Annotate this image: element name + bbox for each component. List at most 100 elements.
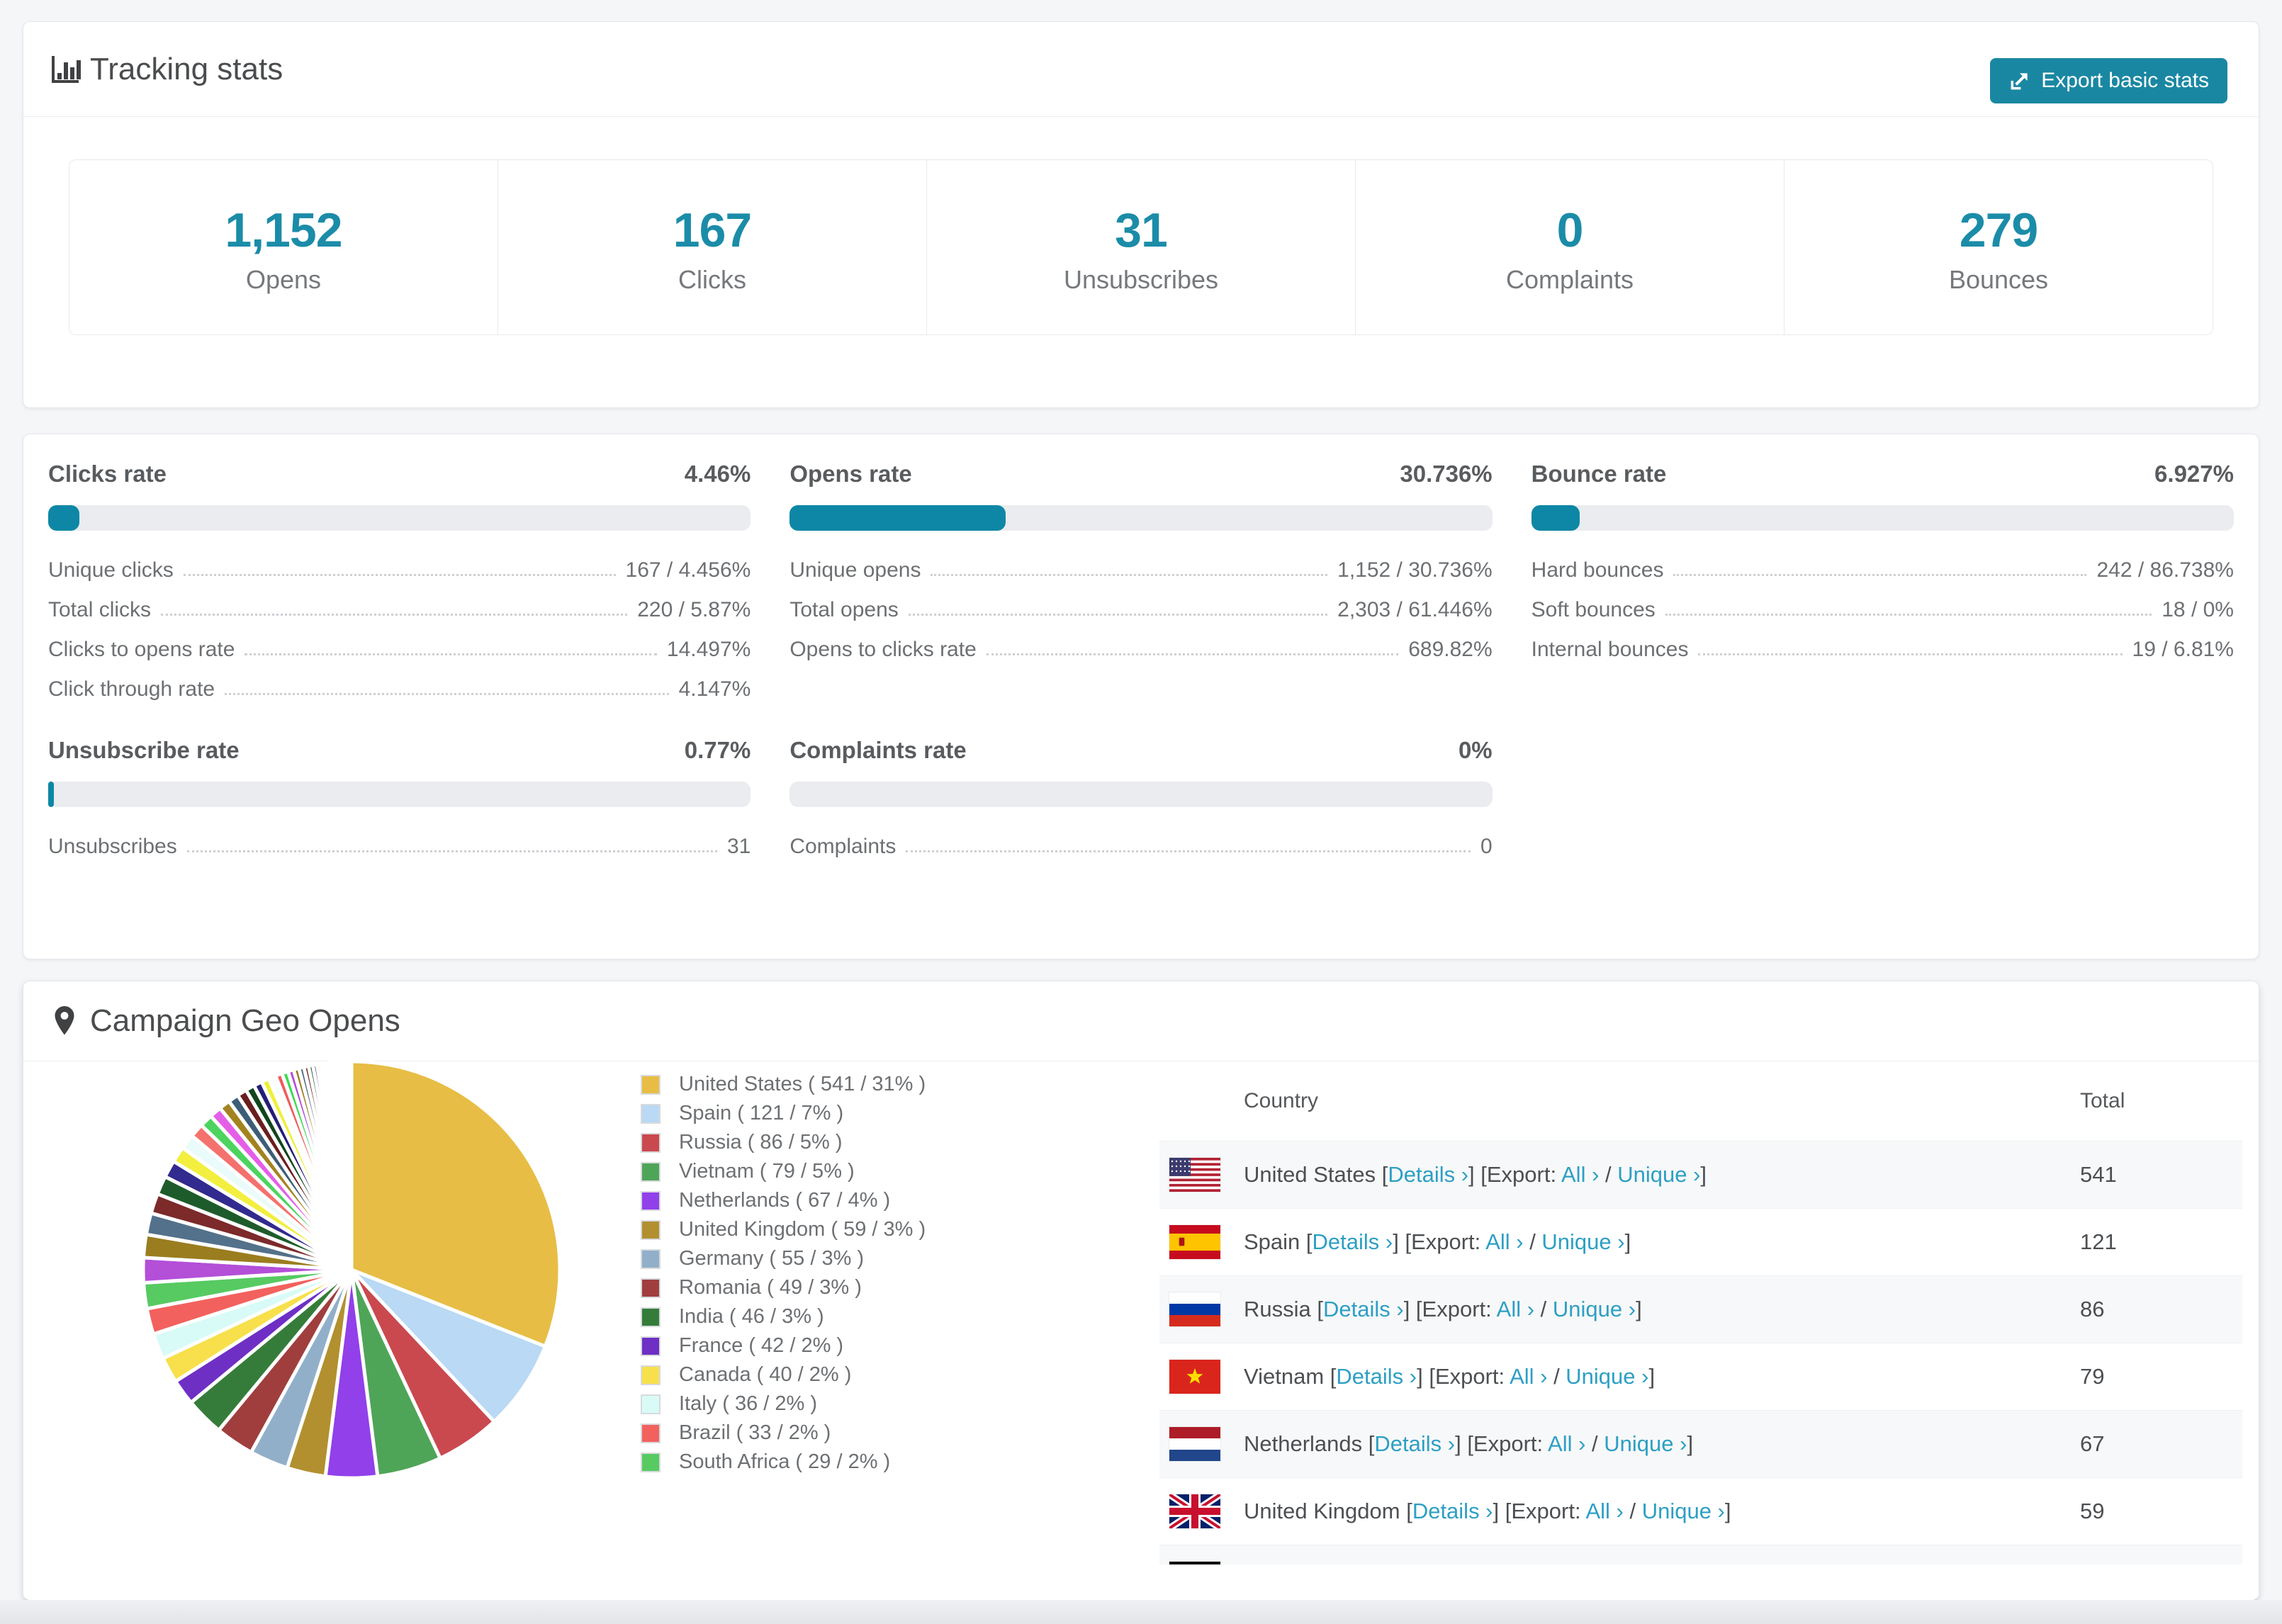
legend-label: Italy ( 36 / 2% )	[679, 1392, 818, 1415]
export-all-link[interactable]: All ›	[1548, 1431, 1585, 1456]
geo-row-total: 59	[2080, 1499, 2105, 1523]
pie-slice[interactable]: other	[348, 1059, 354, 1272]
legend-item: Russia ( 86 / 5% )	[641, 1128, 926, 1157]
legend-swatch	[641, 1161, 661, 1182]
rate-detail-value: 0	[1480, 835, 1493, 858]
legend-swatch	[641, 1219, 661, 1240]
legend-swatch	[641, 1423, 661, 1443]
legend-label: Germany ( 55 / 3% )	[679, 1247, 865, 1270]
campaign-geo-opens-card: Campaign Geo Opens United States Spain Rus…	[23, 981, 2259, 1601]
rate-detail-row: Complaints 0	[789, 835, 1492, 857]
geo-row-country-cell: Netherlands [Details ›] [Export: All › /…	[1244, 1431, 1694, 1456]
rate-panel-title: Bounce rate	[1531, 461, 1667, 487]
geo-table-rows: United States [Details ›] [Export: All ›…	[1159, 1141, 2242, 1564]
rate-detail-value: 4.147%	[678, 677, 751, 701]
rate-detail-label: Unique opens	[789, 558, 921, 582]
legend-swatch	[641, 1248, 661, 1269]
details-link[interactable]: Details ›	[1336, 1364, 1417, 1389]
rate-panel-percent: 0.77%	[684, 737, 751, 763]
geo-table-row-netherlands: Netherlands [Details ›] [Export: All › /…	[1159, 1410, 2242, 1477]
geo-table: Country Total United States [Details ›] …	[1159, 1061, 2242, 1564]
export-all-link[interactable]: All ›	[1497, 1297, 1534, 1321]
geo-table-header-country: Country	[1244, 1089, 1319, 1112]
rate-panel-head: Clicks rate 4.46%	[48, 460, 751, 488]
rate-detail-row: Unique opens 1,152 / 30.736%	[789, 559, 1492, 581]
page-bottom-edge	[0, 1600, 2282, 1624]
flag-de-icon	[1169, 1562, 1220, 1564]
rate-panel-head: Unsubscribe rate 0.77%	[48, 736, 751, 765]
export-unique-link[interactable]: Unique ›	[1566, 1364, 1648, 1389]
rate-detail-label: Unique clicks	[48, 558, 174, 582]
legend-label: India ( 46 / 3% )	[679, 1305, 824, 1328]
stat-label: Bounces	[1948, 265, 2049, 294]
export-all-link[interactable]: All ›	[1485, 1229, 1523, 1254]
geo-legend: United States ( 541 / 31% ) Spain ( 121 …	[641, 1070, 926, 1477]
geo-row-country-cell: Russia [Details ›] [Export: All › / Uniq…	[1244, 1297, 1642, 1321]
geo-row-country-cell: Spain [Details ›] [Export: All › / Uniqu…	[1244, 1229, 1631, 1254]
rate-panel-head: Bounce rate 6.927%	[1531, 460, 2234, 488]
details-link[interactable]: Details ›	[1388, 1162, 1468, 1187]
stat-box-opens: 1,152 Opens	[69, 160, 498, 334]
rate-detail-value: 220 / 5.87%	[637, 598, 751, 621]
dotted-leader	[1673, 574, 2087, 576]
export-unique-link[interactable]: Unique ›	[1604, 1431, 1687, 1456]
export-unique-link[interactable]: Unique ›	[1642, 1499, 1725, 1523]
export-basic-stats-button[interactable]: Export basic stats	[1990, 57, 2227, 103]
country-name: United Kingdom	[1244, 1499, 1400, 1523]
legend-swatch	[641, 1336, 661, 1356]
legend-swatch	[641, 1452, 661, 1472]
legend-swatch	[641, 1190, 661, 1211]
legend-label: Spain ( 121 / 7% )	[679, 1102, 844, 1124]
export-all-link[interactable]: All ›	[1510, 1364, 1547, 1389]
geo-row-total: 86	[2080, 1297, 2105, 1321]
rate-panel-complaints-rate: Complaints rate 0% Complaints 0	[789, 736, 1493, 875]
geo-row-total: 541	[2080, 1162, 2117, 1187]
rate-detail-row: Total opens 2,303 / 61.446%	[789, 599, 1492, 621]
export-unique-link[interactable]: Unique ›	[1553, 1297, 1636, 1321]
rate-detail-rows: Hard bounces 242 / 86.738% Soft bounces …	[1531, 559, 2234, 660]
legend-item: Canada ( 40 / 2% )	[641, 1360, 926, 1389]
rate-detail-row: Unsubscribes 31	[48, 835, 751, 857]
rate-panel-head: Opens rate 30.736%	[789, 460, 1492, 488]
geo-table-row-united-states: United States [Details ›] [Export: All ›…	[1159, 1141, 2242, 1208]
export-button-label: Export basic stats	[2041, 68, 2209, 92]
legend-label: Brazil ( 33 / 2% )	[679, 1421, 831, 1444]
rate-detail-row: Internal bounces 19 / 6.81%	[1531, 638, 2234, 660]
details-link[interactable]: Details ›	[1412, 1499, 1493, 1523]
legend-item: Vietnam ( 79 / 5% )	[641, 1157, 926, 1186]
rate-detail-label: Hard bounces	[1531, 558, 1664, 582]
legend-item: United Kingdom ( 59 / 3% )	[641, 1215, 926, 1244]
flag-nl-icon	[1169, 1427, 1220, 1461]
progress-bar-fill	[1531, 505, 1580, 531]
details-link[interactable]: Details ›	[1313, 1229, 1393, 1254]
rate-detail-value: 1,152 / 30.736%	[1337, 558, 1493, 582]
legend-item: Brazil ( 33 / 2% )	[641, 1419, 926, 1448]
progress-bar-fill	[48, 505, 80, 531]
rates-card: Clicks rate 4.46% Unique clicks 167 / 4.…	[23, 434, 2259, 959]
rate-detail-value: 689.82%	[1408, 638, 1493, 661]
export-all-link[interactable]: All ›	[1561, 1162, 1599, 1187]
export-all-link[interactable]: All ›	[1585, 1499, 1623, 1523]
tracking-stats-title-group: Tracking stats	[49, 52, 283, 87]
legend-label: United States ( 541 / 31% )	[679, 1073, 926, 1095]
country-name: United States	[1244, 1162, 1376, 1187]
geo-table-header: Country Total	[1159, 1061, 2242, 1141]
details-link[interactable]: Details ›	[1374, 1431, 1455, 1456]
legend-label: France ( 42 / 2% )	[679, 1334, 844, 1357]
geo-body: United States Spain Russia Vietnam Netherlan…	[23, 1059, 2259, 1600]
rate-panel-title: Clicks rate	[48, 461, 167, 487]
legend-swatch	[641, 1074, 661, 1095]
pie-svg: United StatesSpainRussiaVietnamNetherlan…	[141, 1059, 562, 1480]
stat-value: 167	[673, 203, 752, 257]
rate-detail-label: Internal bounces	[1531, 638, 1689, 661]
details-link[interactable]: Details ›	[1323, 1297, 1404, 1321]
export-unique-link[interactable]: Unique ›	[1617, 1162, 1700, 1187]
export-unique-link[interactable]: Unique ›	[1541, 1229, 1624, 1254]
stats-summary-row: 1,152 Opens 167 Clicks 31 Unsubscribes 0…	[69, 159, 2213, 335]
legend-item: United States ( 541 / 31% )	[641, 1070, 926, 1099]
rate-panel-unsubscribe-rate: Unsubscribe rate 0.77% Unsubscribes 31	[48, 736, 751, 875]
flag-vn-icon	[1169, 1360, 1220, 1394]
stat-label: Complaints	[1505, 265, 1634, 294]
country-name: Vietnam	[1244, 1364, 1325, 1389]
stat-box-clicks: 167 Clicks	[498, 160, 926, 334]
